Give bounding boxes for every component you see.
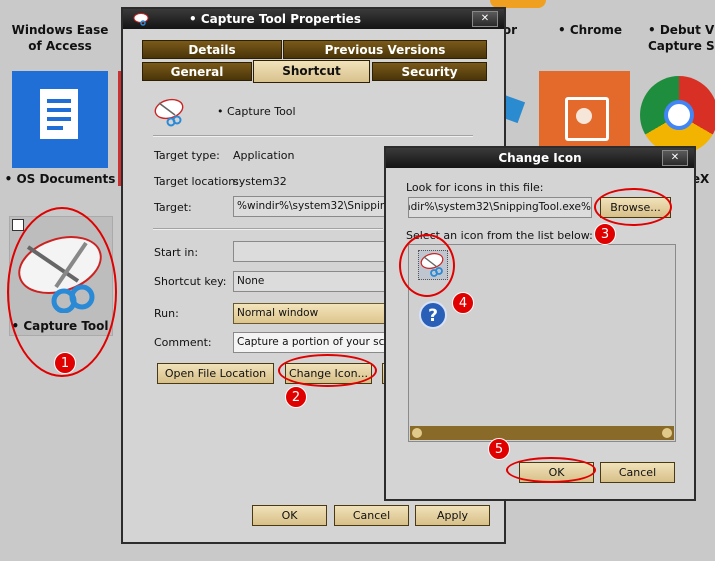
look-for-icons-label: Look for icons in this file: — [406, 181, 544, 194]
annotation-badge-2: 2 — [285, 386, 307, 408]
document-icon — [40, 89, 78, 139]
desktop-icon-ease-of-access-label[interactable]: Windows Ease of Access — [2, 22, 118, 54]
change-icon-title: Change Icon — [498, 151, 582, 165]
annotation-badge-3: 3 — [594, 223, 616, 245]
close-icon[interactable]: ✕ — [662, 150, 688, 166]
target-location-value: system32 — [233, 175, 287, 188]
close-icon[interactable]: ✕ — [472, 11, 498, 27]
open-file-location-button[interactable]: Open File Location — [157, 363, 274, 384]
scissors-icon — [133, 13, 149, 26]
properties-titlebar[interactable]: • Capture Tool Properties ✕ — [123, 9, 504, 29]
target-location-label: Target location: — [154, 175, 239, 188]
start-in-input[interactable] — [233, 241, 387, 262]
comment-label: Comment: — [154, 336, 212, 349]
annotation-ring-2 — [278, 354, 377, 387]
question-icon: ? — [419, 301, 447, 329]
ok-button[interactable]: OK — [252, 505, 327, 526]
annotation-badge-1: 1 — [54, 352, 76, 374]
desktop-icon-debut-label[interactable]: • Debut Vid Capture So — [642, 22, 715, 54]
desktop-icon-os-documents[interactable] — [12, 71, 108, 168]
divider — [153, 135, 473, 137]
scroll-right-icon[interactable] — [662, 428, 672, 438]
apply-button[interactable]: Apply — [415, 505, 490, 526]
svg-text:?: ? — [428, 306, 438, 326]
annotation-badge-4: 4 — [452, 292, 474, 314]
annotation-badge-5: 5 — [488, 438, 510, 460]
target-type-label: Target type: — [154, 149, 220, 162]
cancel-button[interactable]: Cancel — [334, 505, 409, 526]
run-label: Run: — [154, 307, 179, 320]
shortcut-key-label: Shortcut key: — [154, 275, 227, 288]
chrome-icon[interactable] — [640, 76, 715, 154]
scroll-left-icon[interactable] — [412, 428, 422, 438]
comment-input[interactable]: Capture a portion of your screen — [233, 332, 387, 353]
tab-shortcut[interactable]: Shortcut — [253, 60, 370, 83]
run-select[interactable]: Normal window — [233, 303, 387, 324]
tab-general[interactable]: General — [142, 62, 252, 81]
target-label: Target: — [154, 201, 192, 214]
start-in-label: Start in: — [154, 246, 199, 259]
desktop-icon-chrome-label[interactable]: • Chrome — [546, 22, 634, 38]
camera-lens-icon — [576, 108, 592, 124]
icon-list-scrollbar[interactable] — [410, 426, 674, 440]
change-icon-titlebar[interactable]: Change Icon ✕ — [386, 148, 694, 168]
annotation-ring-5 — [506, 457, 596, 483]
shortcut-key-input[interactable]: None — [233, 271, 387, 292]
shortcut-name: • Capture Tool — [217, 105, 296, 118]
target-type-value: Application — [233, 149, 295, 162]
target-input[interactable]: %windir%\system32\SnippingTool.exe — [233, 196, 387, 217]
scissors-icon — [154, 98, 184, 127]
tab-details[interactable]: Details — [142, 40, 282, 59]
annotation-ring-4 — [399, 234, 455, 297]
icon-list-item[interactable]: ? — [418, 300, 448, 330]
divider — [153, 228, 383, 230]
tab-security[interactable]: Security — [372, 62, 487, 81]
tab-previous-versions[interactable]: Previous Versions — [283, 40, 487, 59]
desktop-icon-os-documents-label[interactable]: • OS Documents — [2, 171, 118, 187]
icon-file-input[interactable]: %windir%\system32\SnippingTool.exe — [408, 197, 592, 218]
change-icon-cancel-button[interactable]: Cancel — [600, 462, 675, 483]
properties-title: • Capture Tool Properties — [189, 12, 361, 26]
annotation-ring-3 — [594, 188, 672, 226]
